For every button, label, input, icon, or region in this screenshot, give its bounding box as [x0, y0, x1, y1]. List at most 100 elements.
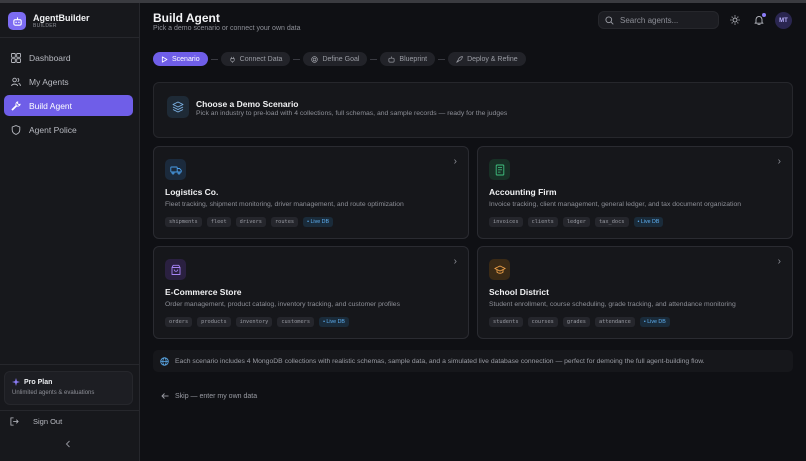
- collection-tag: fleet: [206, 217, 231, 227]
- info-note: Each scenario includes 4 MongoDB collect…: [153, 350, 793, 372]
- step-label: Blueprint: [399, 55, 428, 63]
- step-scenario[interactable]: Scenario: [153, 52, 208, 66]
- collection-tags: shipments fleet drivers routes • Live DB: [165, 217, 333, 227]
- chevron-right-icon: ›: [453, 256, 457, 267]
- sidebar-item-label: My Agents: [29, 76, 69, 87]
- users-icon: [11, 77, 21, 86]
- collection-tags: orders products inventory customers • Li…: [165, 317, 349, 327]
- sun-icon: [730, 15, 740, 25]
- truck-icon: [165, 159, 186, 180]
- collection-tag: inventory: [235, 317, 273, 327]
- step-label: Connect Data: [239, 55, 283, 63]
- collection-tag: orders: [165, 317, 193, 327]
- wizard-stepper: Scenario Connect Data Define Goal Bluepr…: [153, 52, 526, 66]
- grid-icon: [11, 52, 21, 63]
- brand-subtitle: BUILDER: [33, 23, 57, 29]
- step-connect-data[interactable]: Connect Data: [220, 52, 291, 66]
- sparkle-icon: [12, 378, 20, 386]
- sidebar-item-build-agent[interactable]: Build Agent: [4, 95, 133, 116]
- step-define-goal[interactable]: Define Goal: [303, 52, 368, 66]
- search-input[interactable]: [620, 15, 715, 25]
- step-separator: [438, 58, 446, 60]
- chevron-right-icon: ›: [777, 256, 781, 267]
- live-db-badge: • Live DB: [633, 217, 664, 227]
- collection-tag: customers: [277, 317, 315, 327]
- step-label: Scenario: [172, 55, 200, 63]
- theme-toggle-button[interactable]: [729, 14, 741, 26]
- step-separator: [210, 58, 218, 60]
- sidebar-divider: [0, 410, 140, 411]
- scenario-card-ecommerce[interactable]: › E-Commerce Store Order management, pro…: [153, 246, 469, 339]
- scenario-card-school[interactable]: › School District Student enrollment, co…: [477, 246, 793, 339]
- page-title: Build Agent: [153, 11, 220, 25]
- card-title: E-Commerce Store: [165, 287, 242, 297]
- sidebar-nav: Dashboard My Agents Build Agent Agent Po…: [4, 47, 133, 143]
- plan-title: Pro Plan: [24, 378, 53, 386]
- sidebar-divider: [0, 37, 140, 38]
- collection-tag: invoices: [489, 217, 523, 227]
- collection-tag: tax_docs: [594, 217, 629, 227]
- page-subtitle: Pick a demo scenario or connect your own…: [153, 25, 301, 32]
- card-title: Accounting Firm: [489, 187, 557, 197]
- collection-tag: students: [489, 317, 523, 327]
- brand-name: AgentBuilder: [33, 13, 90, 23]
- sign-out-icon: [10, 417, 19, 426]
- card-description: Fleet tracking, shipment monitoring, dri…: [165, 201, 404, 208]
- search-box[interactable]: [598, 11, 719, 29]
- card-description: Order management, product catalog, inven…: [165, 301, 400, 308]
- skip-label: Skip — enter my own data: [175, 392, 258, 400]
- sidebar-divider: [0, 364, 140, 365]
- sidebar: AgentBuilder BUILDER Dashboard My Agents…: [0, 3, 140, 461]
- layers-icon: [167, 96, 189, 118]
- shopping-bag-icon: [165, 259, 186, 280]
- robot-icon: [8, 12, 26, 30]
- step-separator: [370, 58, 378, 60]
- sidebar-item-label: Dashboard: [29, 52, 71, 63]
- plug-icon: [230, 56, 235, 63]
- avatar[interactable]: MT: [775, 12, 792, 29]
- skip-link[interactable]: Skip — enter my own data: [161, 392, 257, 400]
- step-label: Define Goal: [322, 55, 360, 63]
- card-description: Student enrollment, course scheduling, g…: [489, 301, 736, 308]
- collection-tag: drivers: [235, 217, 266, 227]
- collection-tag: products: [197, 317, 231, 327]
- info-note-text: Each scenario includes 4 MongoDB collect…: [175, 357, 705, 365]
- choose-scenario-banner: Choose a Demo Scenario Pick an industry …: [153, 82, 793, 138]
- robot-icon: [388, 56, 395, 62]
- main-content: Build Agent Pick a demo scenario or conn…: [141, 3, 806, 461]
- step-label: Deploy & Refine: [467, 55, 518, 63]
- sidebar-item-agent-police[interactable]: Agent Police: [4, 119, 133, 140]
- collection-tag: shipments: [165, 217, 202, 227]
- collection-tags: invoices clients ledger tax_docs • Live …: [489, 217, 664, 227]
- rocket-icon: [456, 55, 463, 63]
- live-db-badge: • Live DB: [319, 317, 349, 327]
- sign-out-label: Sign Out: [33, 417, 63, 426]
- arrow-left-icon: [161, 393, 169, 399]
- notification-dot: [762, 13, 766, 17]
- chevron-right-icon: ›: [453, 156, 457, 167]
- collection-tags: students courses grades attendance • Liv…: [489, 317, 670, 327]
- sidebar-item-my-agents[interactable]: My Agents: [4, 71, 133, 92]
- collection-tag: ledger: [562, 217, 590, 227]
- collection-tag: clients: [527, 217, 558, 227]
- step-blueprint[interactable]: Blueprint: [380, 52, 436, 66]
- sign-out-button[interactable]: Sign Out: [10, 417, 62, 426]
- sidebar-item-dashboard[interactable]: Dashboard: [4, 47, 133, 68]
- chevron-left-icon: [65, 440, 70, 448]
- target-icon: [311, 55, 319, 63]
- scenario-card-accounting[interactable]: › Accounting Firm Invoice tracking, clie…: [477, 146, 793, 239]
- collection-tag: courses: [527, 317, 558, 327]
- sidebar-item-label: Agent Police: [29, 124, 77, 135]
- collapse-sidebar-button[interactable]: [64, 440, 72, 450]
- notifications-button[interactable]: [753, 13, 766, 26]
- brand[interactable]: AgentBuilder BUILDER: [8, 12, 90, 30]
- collection-tag: grades: [562, 317, 590, 327]
- globe-icon: [160, 356, 169, 366]
- sidebar-item-label: Build Agent: [29, 100, 73, 111]
- banner-subtitle: Pick an industry to pre-load with 4 coll…: [196, 110, 508, 117]
- scenario-card-logistics[interactable]: › Logistics Co. Fleet tracking, shipment…: [153, 146, 469, 239]
- step-deploy-refine[interactable]: Deploy & Refine: [448, 52, 526, 66]
- search-icon: [605, 15, 614, 25]
- collection-tag: attendance: [594, 317, 635, 327]
- plan-card[interactable]: Pro Plan Unlimited agents & evaluations: [4, 371, 133, 405]
